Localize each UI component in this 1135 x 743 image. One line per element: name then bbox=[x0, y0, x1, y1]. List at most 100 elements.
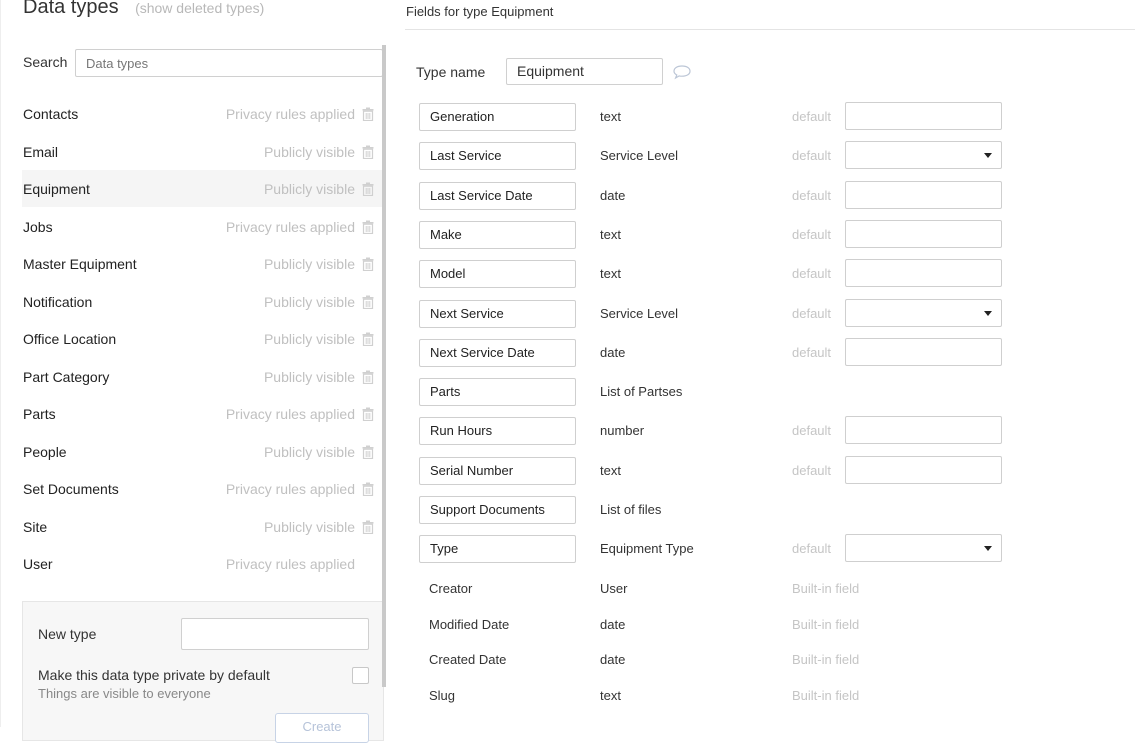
field-row: Next Service Service Level default bbox=[419, 299, 1019, 328]
field-name-input[interactable]: Serial Number bbox=[419, 457, 576, 485]
list-item[interactable]: Email Publicly visible bbox=[22, 133, 383, 170]
search-input[interactable] bbox=[75, 49, 383, 77]
type-name: Master Equipment bbox=[23, 255, 137, 272]
list-item[interactable]: Equipment Publicly visible bbox=[22, 170, 383, 207]
default-value-select[interactable] bbox=[845, 141, 1002, 169]
trash-icon[interactable] bbox=[362, 332, 374, 346]
status-text: Publicly visible bbox=[263, 293, 355, 310]
field-row: Make text default bbox=[419, 220, 1019, 249]
type-name: Notification bbox=[23, 293, 93, 310]
field-name-input[interactable]: Parts bbox=[419, 378, 576, 406]
panel-scrollbar[interactable] bbox=[382, 45, 386, 687]
list-item[interactable]: Site Publicly visible bbox=[22, 508, 383, 545]
list-item[interactable]: Parts Privacy rules applied bbox=[22, 395, 383, 432]
trash-icon[interactable] bbox=[362, 182, 374, 196]
field-type: Service Level bbox=[600, 306, 679, 321]
field-name-input[interactable]: Generation bbox=[419, 103, 576, 131]
builtin-field-label: Built-in field bbox=[792, 581, 860, 596]
trash-icon[interactable] bbox=[362, 520, 374, 534]
default-value-input[interactable] bbox=[845, 416, 1002, 444]
default-label: default bbox=[792, 266, 832, 281]
type-name: Email bbox=[23, 143, 59, 160]
field-type: text bbox=[600, 227, 621, 242]
default-value-input[interactable] bbox=[845, 259, 1002, 287]
divider bbox=[405, 29, 1135, 30]
list-item[interactable]: Notification Publicly visible bbox=[22, 283, 383, 320]
default-value-input[interactable] bbox=[845, 220, 1002, 248]
field-type: date bbox=[600, 345, 626, 360]
private-by-default-label: Make this data type private by default bbox=[38, 667, 270, 683]
builtin-field-name: Modified Date bbox=[429, 617, 510, 632]
builtin-field-row: Slug text Built-in field bbox=[419, 688, 1019, 708]
builtin-field-type: text bbox=[600, 688, 621, 703]
list-item[interactable]: Office Location Publicly visible bbox=[22, 320, 383, 357]
builtin-field-name: Slug bbox=[429, 688, 456, 703]
list-item[interactable]: Set Documents Privacy rules applied bbox=[22, 470, 383, 507]
list-item[interactable]: Contacts Privacy rules applied bbox=[22, 95, 383, 132]
default-value-select[interactable] bbox=[845, 299, 1002, 327]
field-name-input[interactable]: Next Service Date bbox=[419, 339, 576, 367]
list-item[interactable]: Part Category Publicly visible bbox=[22, 358, 383, 395]
trash-icon[interactable] bbox=[362, 370, 374, 384]
field-name-input[interactable]: Make bbox=[419, 221, 576, 249]
show-deleted-types-link[interactable]: (show deleted types) bbox=[135, 0, 264, 16]
field-row: Parts List of Partses bbox=[419, 378, 1019, 406]
default-value-input[interactable] bbox=[845, 102, 1002, 130]
field-name-input[interactable]: Type bbox=[419, 535, 576, 563]
default-value-input[interactable] bbox=[845, 181, 1002, 209]
list-item[interactable]: User Privacy rules applied bbox=[22, 545, 383, 582]
trash-icon[interactable] bbox=[362, 220, 374, 234]
trash-icon[interactable] bbox=[362, 407, 374, 421]
fields-title: Fields for type Equipment bbox=[406, 4, 554, 19]
data-types-header: Data types (show deleted types) bbox=[23, 0, 264, 19]
field-name-input[interactable]: Support Documents bbox=[419, 496, 576, 524]
field-row: Serial Number text default bbox=[419, 456, 1019, 485]
builtin-field-type: date bbox=[600, 617, 626, 632]
list-item[interactable]: Jobs Privacy rules applied bbox=[22, 208, 383, 245]
builtin-field-row: Created Date date Built-in field bbox=[419, 652, 1019, 672]
default-label: default bbox=[792, 306, 832, 321]
create-type-button[interactable]: Create bbox=[275, 713, 369, 743]
trash-icon[interactable] bbox=[362, 482, 374, 496]
default-label: default bbox=[792, 227, 832, 242]
status-text: Publicly visible bbox=[263, 443, 355, 460]
list-item[interactable]: Master Equipment Publicly visible bbox=[22, 245, 383, 282]
field-name-input[interactable]: Next Service bbox=[419, 300, 576, 328]
visibility-hint: Things are visible to everyone bbox=[38, 686, 211, 701]
builtin-field-name: Creator bbox=[429, 581, 473, 596]
field-name-input[interactable]: Model bbox=[419, 260, 576, 288]
type-name: People bbox=[23, 443, 67, 460]
status-text: Publicly visible bbox=[263, 330, 355, 347]
field-row: Type Equipment Type default bbox=[419, 534, 1019, 563]
default-value-input[interactable] bbox=[845, 456, 1002, 484]
type-name: Parts bbox=[23, 405, 56, 422]
field-type: Service Level bbox=[600, 148, 679, 163]
status-text: Publicly visible bbox=[263, 255, 355, 272]
trash-icon[interactable] bbox=[362, 107, 374, 121]
status-text: Publicly visible bbox=[263, 143, 355, 160]
new-type-input[interactable] bbox=[181, 618, 369, 650]
trash-icon[interactable] bbox=[362, 295, 374, 309]
field-name-input[interactable]: Last Service Date bbox=[419, 182, 576, 210]
field-name-input[interactable]: Run Hours bbox=[419, 417, 576, 445]
chevron-down-icon bbox=[984, 546, 992, 551]
trash-icon[interactable] bbox=[362, 145, 374, 159]
status-text: Publicly visible bbox=[263, 368, 355, 385]
default-value-select[interactable] bbox=[845, 534, 1002, 562]
field-row: Run Hours number default bbox=[419, 416, 1019, 445]
new-type-label: New type bbox=[38, 626, 97, 642]
private-by-default-checkbox[interactable] bbox=[352, 667, 369, 684]
page-title: Data types bbox=[23, 0, 119, 18]
default-value-input[interactable] bbox=[845, 338, 1002, 366]
chevron-down-icon bbox=[984, 311, 992, 316]
comment-icon[interactable] bbox=[672, 64, 692, 80]
list-item[interactable]: People Publicly visible bbox=[22, 433, 383, 470]
trash-icon[interactable] bbox=[362, 445, 374, 459]
builtin-field-row: Creator User Built-in field bbox=[419, 581, 1019, 601]
default-label: default bbox=[792, 463, 832, 478]
field-name-input[interactable]: Last Service bbox=[419, 142, 576, 170]
type-name-input[interactable]: Equipment bbox=[506, 58, 663, 85]
status-text: Publicly visible bbox=[263, 180, 355, 197]
trash-icon[interactable] bbox=[362, 257, 374, 271]
type-name: Office Location bbox=[23, 330, 117, 347]
